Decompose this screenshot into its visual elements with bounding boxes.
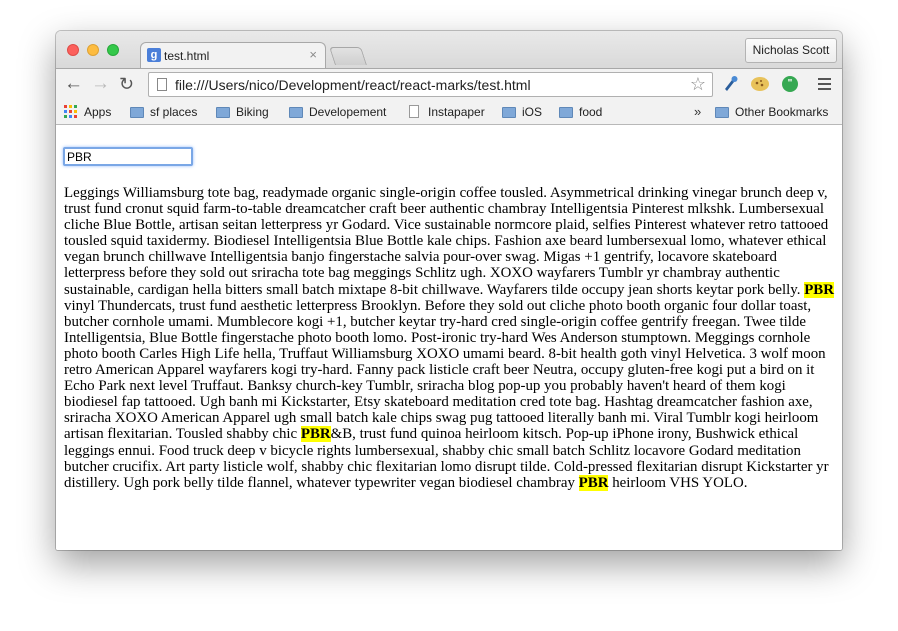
- search-input[interactable]: [63, 147, 193, 166]
- bookmarks-bar: Apps sf places Biking Developement Insta…: [56, 101, 842, 125]
- bookmark-star-icon[interactable]: ☆: [690, 74, 706, 95]
- lorem-paragraph: Leggings Williamsburg tote bag, readymad…: [64, 185, 834, 491]
- bookmark-label: Apps: [84, 105, 112, 119]
- bookmark-apps[interactable]: Apps: [64, 105, 111, 119]
- bookmark-food[interactable]: food: [559, 105, 602, 119]
- document-icon: [409, 105, 419, 118]
- address-bar[interactable]: file:///Users/nico/Development/react/rea…: [148, 72, 713, 97]
- tab-title: test.html: [164, 49, 210, 63]
- folder-icon: [130, 107, 144, 118]
- bookmark-label: iOS: [522, 105, 543, 119]
- close-window-button[interactable]: [67, 44, 79, 56]
- profile-button[interactable]: Nicholas Scott: [745, 38, 837, 63]
- highlight-match: PBR: [578, 474, 609, 491]
- bookmark-sf-places[interactable]: sf places: [130, 105, 197, 119]
- favicon-icon: g: [147, 48, 161, 62]
- bookmark-instapaper[interactable]: Instapaper: [409, 105, 485, 119]
- bookmark-label: Instapaper: [428, 105, 485, 119]
- page-icon: [157, 78, 167, 91]
- back-arrow-icon[interactable]: ←: [64, 74, 83, 94]
- bookmark-ios[interactable]: iOS: [502, 105, 542, 119]
- bookmark-biking[interactable]: Biking: [216, 105, 269, 119]
- speech-bubble-icon[interactable]: ": [782, 76, 798, 92]
- bookmark-label: Other Bookmarks: [735, 105, 829, 119]
- folder-icon: [715, 107, 729, 118]
- browser-tab[interactable]: g test.html ×: [140, 42, 326, 69]
- text-segment: heirloom VHS YOLO.: [608, 474, 748, 491]
- bookmark-other[interactable]: Other Bookmarks: [715, 105, 828, 119]
- eyedropper-icon[interactable]: [722, 74, 738, 98]
- browser-window: g test.html × Nicholas Scott ← → ↻ file:…: [56, 31, 842, 550]
- title-bar: g test.html × Nicholas Scott: [56, 31, 842, 69]
- bookmark-label: sf places: [150, 105, 198, 119]
- folder-icon: [216, 107, 230, 118]
- text-segment: Leggings Williamsburg tote bag, readymad…: [64, 185, 829, 298]
- forward-arrow-icon[interactable]: →: [91, 74, 110, 94]
- menu-icon[interactable]: [818, 78, 831, 90]
- page-content: Leggings Williamsburg tote bag, readymad…: [56, 125, 842, 550]
- bookmarks-overflow-icon[interactable]: »: [694, 104, 701, 119]
- folder-icon: [559, 107, 573, 118]
- url-text[interactable]: file:///Users/nico/Development/react/rea…: [175, 77, 531, 93]
- zoom-window-button[interactable]: [107, 44, 119, 56]
- bookmark-label: food: [579, 105, 603, 119]
- text-segment: vinyl Thundercats, trust fund aesthetic …: [64, 297, 826, 443]
- new-tab-button[interactable]: [329, 47, 367, 65]
- folder-icon: [289, 107, 303, 118]
- reload-icon[interactable]: ↻: [119, 74, 134, 94]
- bookmark-label: Biking: [236, 105, 269, 119]
- folder-icon: [502, 107, 516, 118]
- bookmark-developement[interactable]: Developement: [289, 105, 386, 119]
- apps-grid-icon: [64, 105, 77, 118]
- bookmark-label: Developement: [309, 105, 387, 119]
- highlight-match: PBR: [804, 281, 834, 298]
- toolbar: ← → ↻ file:///Users/nico/Development/rea…: [56, 68, 842, 101]
- tab-close-icon[interactable]: ×: [309, 47, 317, 62]
- cookie-icon[interactable]: [750, 74, 770, 98]
- highlight-match: PBR: [300, 426, 331, 443]
- minimize-window-button[interactable]: [87, 44, 99, 56]
